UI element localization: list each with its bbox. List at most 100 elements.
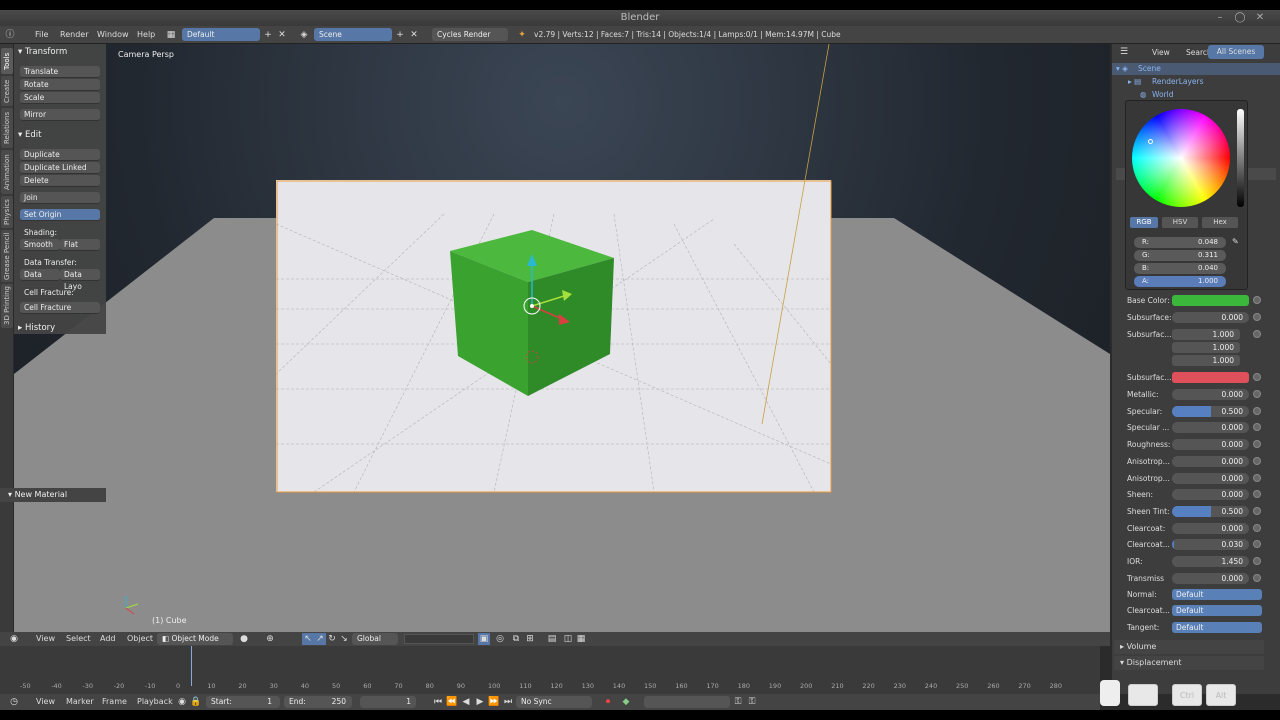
- subsurface-link-icon[interactable]: [1253, 313, 1261, 321]
- link-socket-icon[interactable]: [1253, 490, 1261, 498]
- tab-relations[interactable]: Relations: [1, 108, 13, 148]
- transform-orientation-selector[interactable]: Global: [352, 633, 398, 645]
- timeline-editor-icon[interactable]: ◷: [8, 696, 20, 708]
- record-icon[interactable]: ⏺: [602, 696, 614, 708]
- link-socket-icon[interactable]: [1253, 440, 1261, 448]
- jump-keyframe-forward-icon[interactable]: ⏩: [488, 696, 500, 708]
- blue-channel-field[interactable]: B: 0.040: [1134, 263, 1226, 274]
- material-row-slider[interactable]: 0.030: [1172, 539, 1249, 550]
- scene-expand-icon[interactable]: ▾ ◈: [1116, 64, 1128, 73]
- scene-selector[interactable]: Scene: [314, 28, 392, 41]
- join-button[interactable]: Join: [20, 192, 100, 204]
- material-row-slider[interactable]: 0.000: [1172, 439, 1249, 450]
- start-frame-field[interactable]: Start: 1: [206, 696, 280, 708]
- tab-physics[interactable]: Physics: [1, 196, 13, 228]
- outliner-item-renderlayers[interactable]: RenderLayers: [1152, 77, 1204, 86]
- eyedropper-icon[interactable]: ✎: [1232, 237, 1239, 246]
- render-preview-icon[interactable]: ▤: [546, 633, 558, 645]
- link-socket-icon[interactable]: [1253, 574, 1261, 582]
- color-wheel-cursor[interactable]: [1148, 139, 1153, 144]
- hsv-tab[interactable]: HSV: [1162, 217, 1198, 228]
- jump-end-icon[interactable]: ⏭: [502, 696, 514, 708]
- edit-panel-header[interactable]: ▾ Edit: [18, 130, 41, 140]
- transform-panel-header[interactable]: ▾ Transform: [18, 47, 67, 57]
- smooth-button[interactable]: Smooth: [20, 239, 60, 251]
- link-socket-icon[interactable]: [1253, 507, 1261, 515]
- jump-keyframe-back-icon[interactable]: ⏪: [446, 696, 458, 708]
- clearcoat-normal-input[interactable]: Default: [1172, 605, 1262, 616]
- delete-button[interactable]: Delete: [20, 175, 100, 187]
- material-row-slider[interactable]: 0.500: [1172, 406, 1249, 417]
- tab-animation[interactable]: Animation: [1, 150, 13, 194]
- mirror-button[interactable]: Mirror: [20, 109, 100, 121]
- maximize-icon[interactable]: ◯: [1234, 12, 1246, 24]
- material-row-slider[interactable]: 0.500: [1172, 506, 1249, 517]
- subsurface-radius-z[interactable]: 1.000: [1172, 355, 1240, 366]
- insert-keyframe-icon[interactable]: ⚿: [732, 696, 744, 708]
- minimize-icon[interactable]: –: [1214, 12, 1226, 24]
- tab-create[interactable]: Create: [1, 76, 13, 106]
- menu-window[interactable]: Window: [90, 26, 136, 44]
- translate-button[interactable]: Translate: [20, 66, 100, 78]
- duplicate-linked-button[interactable]: Duplicate Linked: [20, 162, 100, 174]
- subsurface-color-link-icon[interactable]: [1253, 373, 1261, 381]
- color-wheel[interactable]: [1132, 109, 1230, 207]
- normal-input[interactable]: Default: [1172, 589, 1262, 600]
- link-socket-icon[interactable]: [1253, 524, 1261, 532]
- viewport-shading-icon[interactable]: ●: [238, 633, 250, 645]
- material-row-slider[interactable]: 0.000: [1172, 489, 1249, 500]
- data-layout-button[interactable]: Data Layo: [60, 269, 100, 291]
- menu-select[interactable]: Select: [59, 632, 98, 646]
- timeline-menu-frame[interactable]: Frame: [95, 694, 134, 710]
- remove-scene-icon[interactable]: ✕: [408, 29, 420, 41]
- playhead[interactable]: [191, 646, 192, 686]
- outliner-editor-icon[interactable]: ☰: [1118, 46, 1130, 58]
- material-row-slider[interactable]: 0.000: [1172, 389, 1249, 400]
- menu-add[interactable]: Add: [93, 632, 123, 646]
- green-channel-field[interactable]: G: 0.311: [1134, 250, 1226, 261]
- link-socket-icon[interactable]: [1253, 457, 1261, 465]
- play-reverse-icon[interactable]: ◀: [460, 696, 472, 708]
- add-layout-icon[interactable]: +: [262, 29, 274, 41]
- link-socket-icon[interactable]: [1253, 407, 1261, 415]
- scale-manipulator-icon[interactable]: ↘: [338, 633, 350, 645]
- remove-layout-icon[interactable]: ✕: [276, 29, 288, 41]
- opengl-anim-icon[interactable]: ▦: [575, 633, 587, 645]
- snap-icon[interactable]: ⧉: [510, 633, 522, 645]
- timeline[interactable]: -50 -40 -30 -20 -10 0 10 20 30 40 50 60 70 80 90 100 110…: [0, 646, 1100, 694]
- subsurface-color-swatch[interactable]: [1172, 372, 1249, 383]
- jump-start-icon[interactable]: ⏮: [432, 696, 444, 708]
- rotate-button[interactable]: Rotate: [20, 79, 100, 91]
- cell-fracture-button[interactable]: Cell Fracture: [20, 302, 100, 314]
- flat-button[interactable]: Flat: [60, 239, 100, 251]
- link-socket-icon[interactable]: [1253, 390, 1261, 398]
- set-origin-dropdown[interactable]: Set Origin: [20, 209, 100, 221]
- editor-type-icon[interactable]: ◉: [8, 633, 20, 645]
- 3d-viewport[interactable]: Camera Persp (1) Cube: [14, 44, 1110, 632]
- duplicate-button[interactable]: Duplicate: [20, 149, 100, 161]
- snap-target-icon[interactable]: ⊞: [524, 633, 536, 645]
- pivot-point-icon[interactable]: ⊕: [264, 633, 276, 645]
- alpha-channel-field[interactable]: A: 1.000: [1134, 276, 1226, 287]
- add-scene-icon[interactable]: +: [394, 29, 406, 41]
- info-editor-icon[interactable]: ⓘ: [4, 29, 16, 41]
- outliner-display-mode[interactable]: All Scenes: [1208, 45, 1264, 59]
- material-row-slider[interactable]: 0.000: [1172, 473, 1249, 484]
- base-color-swatch[interactable]: [1172, 295, 1249, 306]
- screen-layout-selector[interactable]: Default: [182, 28, 260, 41]
- link-socket-icon[interactable]: [1253, 423, 1261, 431]
- opengl-render-icon[interactable]: ◫: [562, 633, 574, 645]
- keying-set-field[interactable]: [644, 696, 730, 708]
- material-row-slider[interactable]: 0.000: [1172, 523, 1249, 534]
- history-panel-header[interactable]: ▸ History: [18, 323, 55, 333]
- menu-object[interactable]: Object: [120, 632, 160, 646]
- sync-mode-selector[interactable]: No Sync: [516, 696, 592, 708]
- close-icon[interactable]: ✕: [1254, 12, 1266, 24]
- layer-buttons[interactable]: [404, 634, 474, 644]
- screen-layout-icon[interactable]: ▦: [165, 29, 177, 41]
- outliner-item-scene[interactable]: Scene: [1138, 64, 1161, 73]
- scene-icon[interactable]: ◈: [298, 29, 310, 41]
- link-socket-icon[interactable]: [1253, 557, 1261, 565]
- tangent-input[interactable]: Default: [1172, 622, 1262, 633]
- material-row-slider[interactable]: 0.000: [1172, 573, 1249, 584]
